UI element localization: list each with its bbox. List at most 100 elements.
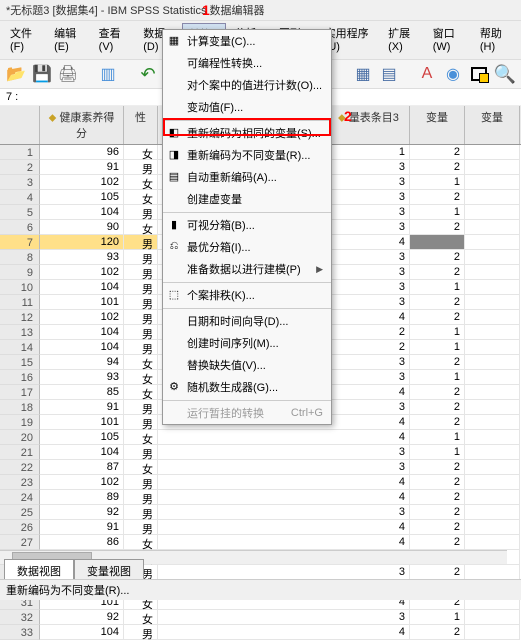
cell-var1[interactable]: 2 [410, 355, 465, 370]
table-row[interactable]: 33104男42 [0, 625, 521, 640]
cell-score[interactable]: 105 [40, 430, 124, 445]
cell-score[interactable]: 87 [40, 460, 124, 475]
cell-item3[interactable]: 3 [328, 190, 410, 205]
row-number[interactable]: 1 [0, 145, 40, 160]
row-number[interactable]: 24 [0, 490, 40, 505]
cell-sex[interactable]: 女 [124, 370, 158, 385]
cell-var1[interactable]: 2 [410, 460, 465, 475]
cell-item3[interactable]: 4 [328, 430, 410, 445]
menu-edit[interactable]: 编辑(E) [48, 23, 91, 57]
cell-item3[interactable]: 4 [328, 415, 410, 430]
cell-sex[interactable]: 女 [124, 220, 158, 235]
cell-var2[interactable] [465, 415, 520, 430]
table-row[interactable]: 20105女41 [0, 430, 521, 445]
row-number[interactable]: 26 [0, 520, 40, 535]
cell-var1[interactable]: 2 [410, 220, 465, 235]
table-row[interactable]: 23102男42 [0, 475, 521, 490]
cell-var2[interactable] [465, 490, 520, 505]
menu-item[interactable]: ▦计算变量(C)... [163, 30, 331, 52]
undo-icon[interactable]: ↶ [138, 64, 158, 84]
cell-item3[interactable]: 3 [328, 445, 410, 460]
table-row[interactable]: 2691男42 [0, 520, 521, 535]
cell-score[interactable]: 104 [40, 445, 124, 460]
cell-var2[interactable] [465, 370, 520, 385]
row-number[interactable]: 21 [0, 445, 40, 460]
menu-item[interactable]: 对个案中的值进行计数(O)... [163, 74, 331, 96]
cell-var2[interactable] [465, 535, 520, 550]
cell-var1[interactable]: 2 [410, 475, 465, 490]
row-number[interactable]: 23 [0, 475, 40, 490]
table-row[interactable]: 2592男32 [0, 505, 521, 520]
cell-score[interactable]: 94 [40, 355, 124, 370]
cell-item3[interactable]: 3 [328, 220, 410, 235]
cell-sex[interactable]: 男 [124, 340, 158, 355]
open-icon[interactable]: 📂 [6, 64, 26, 84]
cell-score[interactable]: 102 [40, 265, 124, 280]
table-row[interactable]: 2489男42 [0, 490, 521, 505]
cell-var1[interactable]: 2 [410, 160, 465, 175]
cell-sex[interactable]: 男 [124, 265, 158, 280]
row-number[interactable]: 8 [0, 250, 40, 265]
row-number[interactable]: 2 [0, 160, 40, 175]
cell-item3[interactable]: 3 [328, 610, 410, 625]
cell-score[interactable]: 102 [40, 310, 124, 325]
cell-var2[interactable] [465, 325, 520, 340]
row-number[interactable]: 4 [0, 190, 40, 205]
recall-icon[interactable]: ▥ [98, 64, 118, 84]
menu-window[interactable]: 窗口(W) [427, 23, 472, 57]
row-number[interactable]: 15 [0, 355, 40, 370]
cell-sex[interactable]: 女 [124, 385, 158, 400]
cell-score[interactable]: 120 [40, 235, 124, 250]
cell-item3[interactable]: 4 [328, 625, 410, 640]
cell-item3[interactable]: 3 [328, 370, 410, 385]
row-number[interactable]: 33 [0, 625, 40, 640]
cell-sex[interactable]: 男 [124, 205, 158, 220]
cell-item3[interactable]: 3 [328, 400, 410, 415]
cell-var1[interactable]: 1 [410, 370, 465, 385]
menu-item[interactable]: ▤自动重新编码(A)... [163, 166, 331, 188]
cell-var1[interactable]: 2 [410, 250, 465, 265]
cell-item3[interactable]: 3 [328, 160, 410, 175]
menu-file[interactable]: 文件(F) [4, 23, 46, 57]
cell-var1[interactable]: 2 [410, 400, 465, 415]
table-row[interactable]: 2287女32 [0, 460, 521, 475]
row-number[interactable]: 5 [0, 205, 40, 220]
cell-item3[interactable]: 3 [328, 505, 410, 520]
cell-var2[interactable] [465, 295, 520, 310]
cell-sex[interactable]: 男 [124, 280, 158, 295]
cell-var2[interactable] [465, 430, 520, 445]
menu-item[interactable]: ⎌最优分箱(I)... [163, 236, 331, 258]
row-number[interactable]: 18 [0, 400, 40, 415]
cell-sex[interactable]: 男 [124, 160, 158, 175]
cell-var2[interactable] [465, 565, 520, 580]
cell-sex[interactable]: 男 [124, 310, 158, 325]
cell-var1[interactable]: 1 [410, 280, 465, 295]
col-header-score[interactable]: ⬥ 健康素养得分 [40, 106, 124, 144]
cell-score[interactable]: 102 [40, 175, 124, 190]
cell-var1[interactable]: 2 [410, 190, 465, 205]
save-icon[interactable]: 💾 [32, 64, 52, 84]
cell-score[interactable]: 105 [40, 190, 124, 205]
cell-item3[interactable]: 3 [328, 265, 410, 280]
cell-var1[interactable]: 2 [410, 520, 465, 535]
menu-item[interactable]: ⬚个案排秩(K)... [163, 282, 331, 306]
cell-score[interactable]: 92 [40, 505, 124, 520]
cell-sex[interactable]: 女 [124, 430, 158, 445]
cell-score[interactable]: 85 [40, 385, 124, 400]
cell-item3[interactable]: 3 [328, 460, 410, 475]
row-number[interactable]: 13 [0, 325, 40, 340]
menu-item[interactable]: ◨重新编码为不同变量(R)... [163, 144, 331, 166]
cell-score[interactable]: 93 [40, 250, 124, 265]
cell-sex[interactable]: 男 [124, 400, 158, 415]
cell-var1[interactable]: 2 [410, 265, 465, 280]
label-icon[interactable]: A [417, 64, 437, 84]
cell-sex[interactable]: 男 [124, 295, 158, 310]
cell-sex[interactable]: 男 [124, 235, 158, 250]
row-number[interactable]: 20 [0, 430, 40, 445]
cell-sex[interactable]: 女 [124, 355, 158, 370]
cell-sex[interactable]: 男 [124, 520, 158, 535]
cell-var1[interactable]: 1 [410, 325, 465, 340]
cell-var1[interactable]: 1 [410, 340, 465, 355]
row-number[interactable]: 22 [0, 460, 40, 475]
cell-var2[interactable] [465, 460, 520, 475]
